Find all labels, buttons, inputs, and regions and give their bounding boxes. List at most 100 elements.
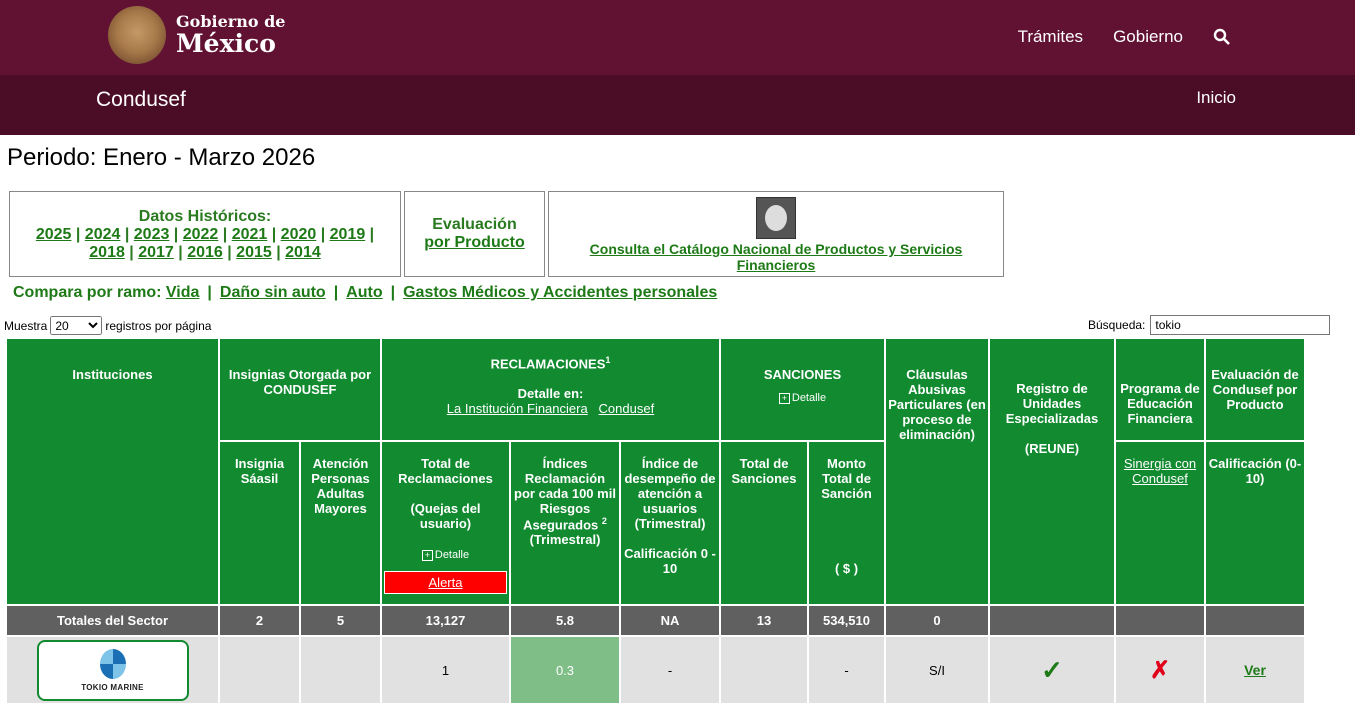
col-reclamaciones: RECLAMACIONES1 Detalle en: La Institució… — [382, 339, 719, 440]
logo-big-text: México — [176, 29, 276, 58]
col-indices-reclamacion[interactable]: Índices Reclamación por cada 100 mil Rie… — [511, 442, 619, 604]
ramo-dano-link[interactable]: Daño sin auto — [220, 284, 326, 301]
year-link[interactable]: 2021 — [232, 226, 268, 243]
col-clausulas[interactable]: Cláusulas Abusivas Particulares (en proc… — [886, 339, 988, 604]
col-indice-desempeno[interactable]: Índice de desempeño de atención a usuari… — [621, 442, 719, 604]
compara-ramo: Compara por ramo: Vida | Daño sin auto | Aut… — [13, 284, 718, 301]
historicos-box: Datos Históricos: 2025 | 2024 | 2023 | 2… — [9, 191, 401, 277]
cross-icon: ✗ — [1149, 656, 1171, 684]
historicos-title: Datos Históricos: — [138, 208, 272, 225]
col-insignia-saasil[interactable]: Insignia Sáasil — [220, 442, 299, 604]
col-atencion-adultas[interactable]: Atención Personas Adultas Mayores — [301, 442, 380, 604]
periodo-title: Periodo: Enero - Marzo 2026 — [7, 144, 316, 171]
year-link[interactable]: 2016 — [187, 244, 223, 261]
col-registro[interactable]: Registro de Unidades Especializadas (REU… — [990, 339, 1114, 604]
condusef-brand[interactable]: Condusef — [96, 88, 186, 112]
totales-cell: 13,127 — [382, 606, 509, 635]
col-instituciones[interactable]: Instituciones — [7, 339, 218, 604]
reune-cell: ✓ — [990, 637, 1114, 703]
top-header: Gobierno de México Trámites Gobierno — [0, 0, 1355, 75]
top-nav: Trámites Gobierno — [1018, 27, 1231, 47]
evaluacion-producto-box: Evaluación por Producto — [404, 191, 545, 277]
totales-row: Totales del Sector 2 5 13,127 5.8 NA 13 … — [7, 606, 1304, 635]
col-insignias: Insignias Otorgada por CONDUSEF — [220, 339, 380, 440]
sinergia-cell: ✗ — [1116, 637, 1204, 703]
catalogo-link-line2[interactable]: Financieros — [737, 257, 816, 273]
catalogo-link[interactable]: Consulta el Catálogo Nacional de Product… — [590, 241, 963, 257]
check-icon: ✓ — [1041, 654, 1063, 685]
totales-cell — [1206, 606, 1304, 635]
insignia-cell — [220, 637, 299, 703]
ramo-vida-link[interactable]: Vida — [166, 284, 200, 301]
ver-link[interactable]: Ver — [1244, 662, 1266, 678]
search-icon[interactable] — [1213, 28, 1231, 46]
search-control: Búsqueda: — [1088, 315, 1331, 335]
gobierno-logo[interactable]: Gobierno de México — [108, 6, 285, 64]
totales-cell: 2 — [220, 606, 299, 635]
ramo-gastos-medicos-link[interactable]: Gastos Médicos y Accidentes personales — [403, 284, 717, 301]
inicio-link[interactable]: Inicio — [1196, 88, 1236, 108]
tokio-marine-logo-text: TOKIO MARINE — [81, 682, 144, 692]
totales-cell: 0 — [886, 606, 988, 635]
ver-cell: Ver — [1206, 637, 1304, 703]
year-link[interactable]: 2018 — [89, 244, 125, 261]
col-total-sanciones[interactable]: Total de Sanciones — [721, 442, 807, 604]
year-link[interactable]: 2025 — [36, 226, 72, 243]
page-size-select[interactable]: 20 — [50, 316, 103, 335]
year-link[interactable]: 2023 — [134, 226, 170, 243]
instituciones-table: Instituciones Insignias Otorgada por CON… — [5, 337, 1306, 705]
national-seal-icon — [108, 6, 166, 64]
col-calificacion[interactable]: Calificación (0-10) — [1206, 442, 1304, 604]
tokio-marine-logo[interactable]: TOKIO MARINE — [36, 639, 189, 701]
catalogo-book-icon[interactable] — [756, 197, 796, 239]
year-link[interactable]: 2019 — [330, 226, 366, 243]
logo-small-text: Gobierno de — [176, 12, 286, 31]
detalle-en-label: Detalle en: — [517, 386, 584, 402]
historicos-years-row1: 2025 | 2024 | 2023 | 2022 | 2021 | 2020 … — [35, 226, 375, 243]
indice-cell: 0.3 — [511, 637, 619, 703]
total-reclamaciones-cell: 1 — [382, 637, 509, 703]
year-link[interactable]: 2014 — [285, 244, 321, 261]
condusef-link[interactable]: Condusef — [599, 401, 655, 416]
expand-icon: + — [778, 392, 790, 404]
tokio-marine-mark-icon — [99, 648, 126, 679]
ramo-auto-link[interactable]: Auto — [346, 284, 382, 301]
year-link[interactable]: 2020 — [281, 226, 317, 243]
historicos-years-row2: 2018 | 2017 | 2016 | 2015 | 2014 — [89, 244, 321, 261]
table-row: TOKIO MARINE 1 0.3 - - S/I ✓ ✗ Ver — [7, 637, 1304, 703]
busqueda-label: Búsqueda: — [1088, 318, 1146, 332]
totales-cell: 534,510 — [809, 606, 884, 635]
col-programa: Programa de Educación Financiera — [1116, 339, 1204, 440]
year-link[interactable]: 2015 — [236, 244, 272, 261]
year-link[interactable]: 2022 — [183, 226, 219, 243]
compara-label: Compara por ramo: — [13, 284, 162, 301]
year-link[interactable]: 2017 — [138, 244, 174, 261]
col-evaluacion-condusef: Evaluación de Condusef por Producto — [1206, 339, 1304, 440]
col-monto-sancion[interactable]: Monto Total de Sanción ( $ ) — [809, 442, 884, 604]
nav-tramites[interactable]: Trámites — [1018, 27, 1084, 47]
evaluacion-producto-link[interactable]: por Producto — [424, 234, 524, 251]
monto-cell: - — [809, 637, 884, 703]
sanciones-cell — [721, 637, 807, 703]
totales-cell — [1116, 606, 1204, 635]
alerta-button[interactable]: Alerta — [384, 571, 507, 594]
institucion-financiera-link[interactable]: La Institución Financiera — [447, 401, 588, 416]
search-input[interactable] — [1150, 315, 1331, 335]
sinergia-link[interactable]: Sinergia con Condusef — [1124, 456, 1196, 486]
institution-cell: TOKIO MARINE — [7, 637, 218, 703]
totales-cell: 5 — [301, 606, 380, 635]
nav-gobierno[interactable]: Gobierno — [1113, 27, 1183, 47]
page-size-control: Muestra 20 registros por página — [4, 316, 211, 335]
desempeno-cell: - — [621, 637, 719, 703]
year-link[interactable]: 2024 — [85, 226, 121, 243]
catalogo-box: Consulta el Catálogo Nacional de Product… — [548, 191, 1004, 277]
totales-cell: 13 — [721, 606, 807, 635]
totales-label: Totales del Sector — [7, 606, 218, 635]
muestra-label: Muestra — [4, 318, 48, 333]
totales-cell: 5.8 — [511, 606, 619, 635]
sanciones-detalle[interactable]: + Detalle — [778, 392, 826, 404]
sub-header: Condusef Inicio — [0, 75, 1355, 135]
col-total-reclamaciones[interactable]: Total de Reclamaciones (Quejas del usuar… — [382, 442, 509, 604]
expand-icon: + — [421, 549, 433, 561]
reclamaciones-detalle[interactable]: + Detalle — [421, 549, 469, 561]
